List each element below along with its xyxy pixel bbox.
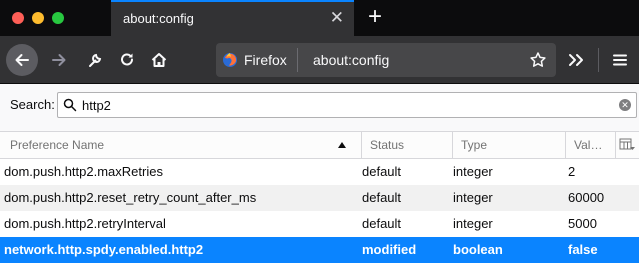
app-menu-button[interactable] [606, 44, 634, 76]
table-header: Preference Name Status Type Val… [0, 132, 639, 159]
toolbar-separator [598, 48, 599, 72]
pref-status-cell: default [362, 164, 402, 179]
developer-tools-button[interactable] [80, 44, 110, 76]
title-bar: about:config ✕ + [0, 0, 639, 36]
column-header-type[interactable]: Type [453, 132, 566, 158]
reload-button[interactable] [112, 44, 142, 76]
column-header-name[interactable]: Preference Name [0, 132, 362, 158]
pref-status-cell: default [362, 216, 402, 231]
pref-status-cell: default [362, 190, 402, 205]
forward-button[interactable] [44, 44, 74, 76]
column-header-value-label: Val… [574, 138, 603, 152]
pref-status-cell: modified [362, 242, 417, 257]
double-chevron-right-icon [569, 54, 583, 66]
wrench-icon [89, 53, 102, 67]
column-picker-icon[interactable] [619, 138, 635, 152]
bookmark-star-button[interactable] [526, 48, 550, 72]
search-input[interactable]: http2 ✕ [57, 92, 637, 118]
pref-value-cell: 60000 [568, 190, 605, 205]
pref-name-cell: dom.push.http2.retryInterval [4, 216, 166, 231]
table-row[interactable]: dom.push.http2.reset_retry_count_after_m… [0, 185, 639, 211]
page-content: Search: http2 ✕ Preference Name Status T… [0, 84, 639, 265]
back-arrow-icon [15, 54, 29, 66]
table-row[interactable]: dom.push.http2.maxRetries default intege… [0, 159, 639, 185]
tab-about-config[interactable]: about:config ✕ [111, 0, 354, 36]
overflow-menu-button[interactable] [562, 44, 590, 76]
pref-type-cell: integer [453, 164, 493, 179]
identity-box[interactable]: Firefox [222, 48, 298, 72]
tab-title: about:config [123, 11, 194, 26]
url-bar[interactable]: Firefox about:config [216, 43, 556, 77]
hamburger-menu-icon [613, 54, 627, 66]
pref-name-cell: dom.push.http2.reset_retry_count_after_m… [4, 190, 257, 205]
pref-type-cell: boolean [453, 242, 503, 257]
column-header-value[interactable]: Val… [566, 132, 616, 158]
home-button[interactable] [144, 44, 174, 76]
pref-type-cell: integer [453, 216, 493, 231]
window-minimize-button[interactable] [32, 12, 44, 24]
table-row[interactable]: dom.push.http2.retryInterval default int… [0, 211, 639, 237]
identity-label: Firefox [244, 52, 287, 68]
home-icon [151, 53, 167, 67]
new-tab-button[interactable]: + [362, 4, 388, 30]
search-icon [63, 98, 77, 112]
pref-value-cell: false [568, 242, 598, 257]
clear-search-icon[interactable]: ✕ [619, 99, 631, 111]
pref-value-cell: 2 [568, 164, 576, 179]
reload-icon [121, 53, 133, 66]
window-zoom-button[interactable] [52, 12, 64, 24]
table-row-selected[interactable]: network.http.spdy.enabled.http2 modified… [0, 237, 639, 263]
pref-type-cell: integer [453, 190, 493, 205]
tab-close-icon[interactable]: ✕ [330, 8, 344, 28]
pref-name-cell: dom.push.http2.maxRetries [4, 164, 163, 179]
preferences-table: Preference Name Status Type Val… dom.pus… [0, 131, 639, 265]
window-close-button[interactable] [12, 12, 24, 24]
pref-name-cell: network.http.spdy.enabled.http2 [4, 242, 204, 257]
column-header-status[interactable]: Status [362, 132, 453, 158]
forward-arrow-icon [52, 54, 66, 66]
column-header-status-label: Status [370, 138, 405, 152]
url-text[interactable]: about:config [313, 52, 389, 68]
column-header-name-label: Preference Name [10, 138, 105, 152]
star-icon [530, 52, 546, 67]
sort-ascending-icon [338, 142, 346, 148]
firefox-logo-icon [223, 53, 237, 67]
back-button[interactable] [6, 44, 38, 76]
search-label: Search: [10, 97, 55, 112]
column-header-type-label: Type [461, 138, 488, 152]
pref-value-cell: 5000 [568, 216, 597, 231]
search-value[interactable]: http2 [82, 98, 111, 113]
navigation-toolbar: Firefox about:config [0, 36, 639, 84]
